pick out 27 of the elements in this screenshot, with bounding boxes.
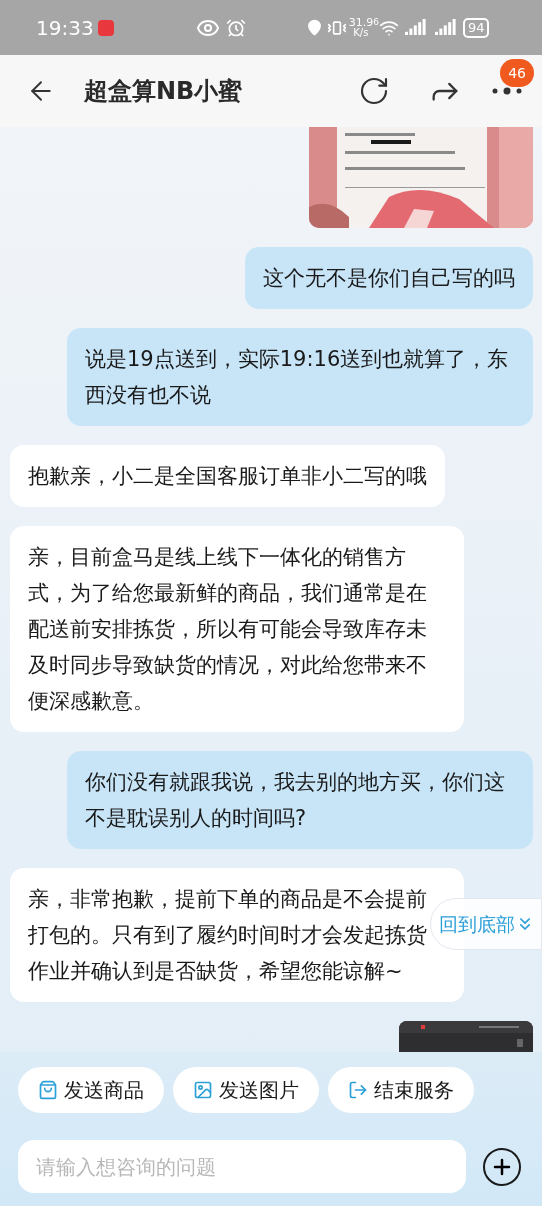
- wifi-generation: 6: [373, 16, 379, 29]
- alarm-icon: [225, 17, 246, 38]
- action-chip[interactable]: 发送商品: [18, 1067, 164, 1113]
- notification-badge: 46: [500, 59, 534, 87]
- signal-icon: [434, 18, 457, 37]
- bag-icon: [38, 1080, 58, 1100]
- message-bubble: 说是19点送到，实际19:16送到也就算了，东西没有也不说: [67, 328, 533, 426]
- exit-icon: [348, 1080, 368, 1100]
- signal-icon: [404, 18, 427, 37]
- message-bubble: 这个无不是你们自己写的吗: [245, 247, 533, 309]
- message-bubble: 抱歉亲，小二是全国客服订单非小二写的哦: [10, 445, 445, 507]
- status-time: 19:33: [36, 14, 94, 42]
- chat-title: 超盒算NB小蜜: [84, 76, 243, 107]
- app-notification-icon: [97, 19, 114, 36]
- image-icon: [193, 1080, 213, 1100]
- action-chip[interactable]: 发送图片: [173, 1067, 319, 1113]
- message-input[interactable]: 请输入想咨询的问题: [18, 1140, 466, 1193]
- network-speed: 31.9: [348, 17, 374, 28]
- action-chip[interactable]: 结束服务: [328, 1067, 474, 1113]
- battery-indicator: 94: [462, 17, 490, 38]
- add-button[interactable]: [483, 1147, 521, 1186]
- refresh-button[interactable]: [358, 75, 390, 107]
- message-bubble: 你们没有就跟我说，我去别的地方买，你们这不是耽误别人的时间吗?: [67, 751, 533, 849]
- network-speed-unit: K/s: [353, 27, 369, 38]
- more-button[interactable]: [492, 87, 522, 95]
- message-bubble: 亲，目前盒马是线上线下一体化的销售方式，为了给您最新鲜的商品，我们通常是在配送前安排拣货，所以有可能会导致库存未及时同步导致缺货的情况，对此给您带来不便深感歉意。: [10, 526, 464, 732]
- location-icon: [305, 19, 323, 36]
